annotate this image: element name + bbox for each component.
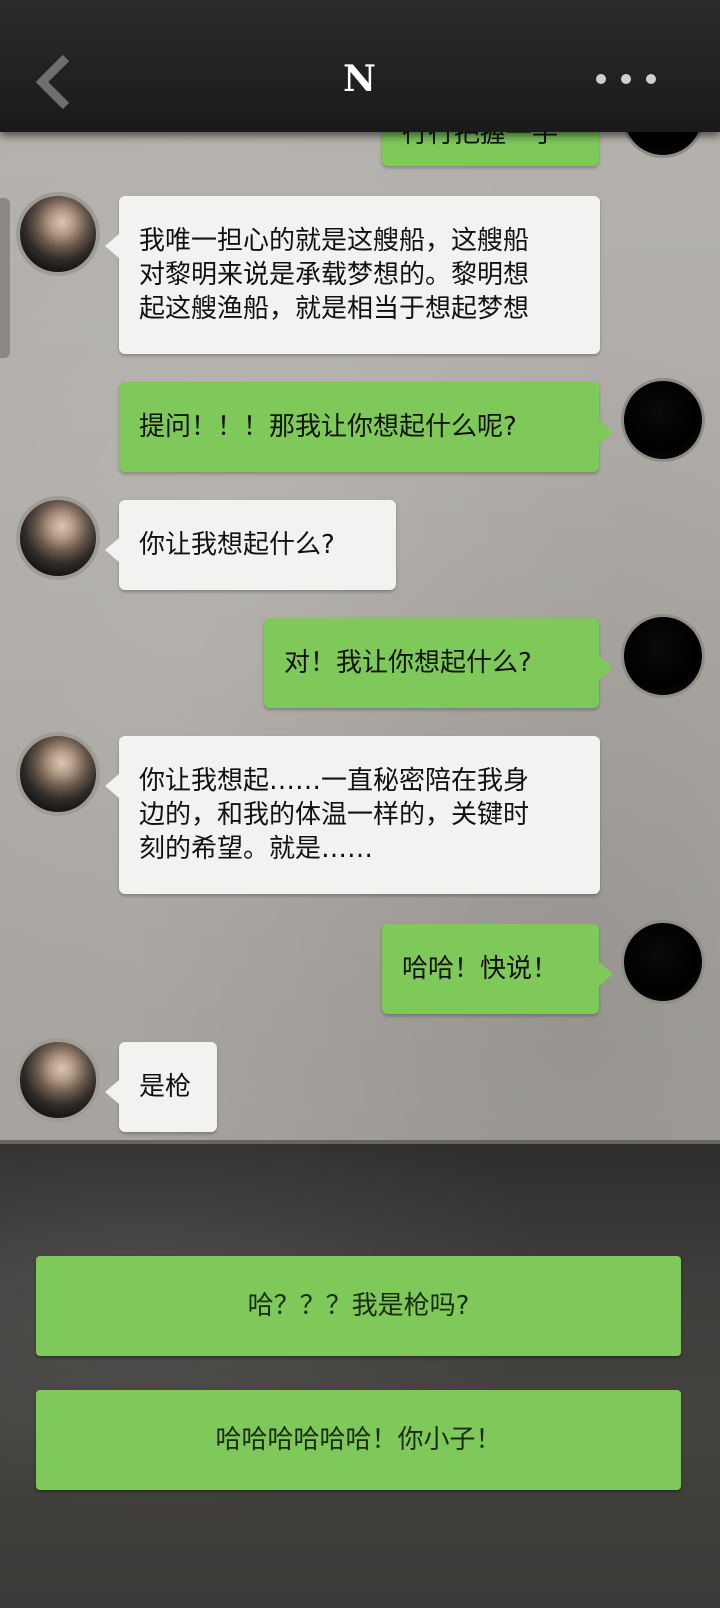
chat-bubble-me: 哈哈！快说！ xyxy=(382,924,613,1014)
reply-option-2[interactable]: 哈哈哈哈哈哈！你小子！ xyxy=(36,1390,681,1490)
chat-bubble-other: 你让我想起什么? xyxy=(105,500,396,590)
message-line: 是枪 xyxy=(139,1072,192,1102)
chat-bubble-other: 是枪 xyxy=(105,1042,217,1132)
chat-bubble-other: 我唯一担心的就是这艘船，这艘船 对黎明来说是承载梦想的。黎明想 起这艘渔船，就是… xyxy=(105,196,600,354)
message-line: 起这艘渔船，就是相当于想起梦想 xyxy=(139,294,530,324)
chat-bubble-me: 提问！！！那我让你想起什么呢? xyxy=(119,382,613,472)
message-line: 刻的希望。就是…… xyxy=(139,834,374,864)
message-line: 对黎明来说是承载梦想的。黎明想 xyxy=(139,260,530,290)
top-bar: N xyxy=(0,0,720,132)
message-line: 对！我让你想起什么? xyxy=(284,648,532,678)
scroll-handle[interactable] xyxy=(0,198,10,358)
message-line: 哈哈！快说！ xyxy=(402,954,559,984)
reply-options-panel: 哈？？？我是枪吗? 哈哈哈哈哈哈！你小子！ xyxy=(0,1144,720,1608)
avatar-me[interactable] xyxy=(621,614,705,698)
chat-area[interactable]: 行行把握一手 我唯一担心的就是这艘船，这艘船 对黎明来说是承载梦想的。黎明想 起… xyxy=(0,118,720,1144)
more-dots-icon xyxy=(596,74,606,84)
reply-option-1[interactable]: 哈？？？我是枪吗? xyxy=(36,1256,681,1356)
message-line: 边的，和我的体温一样的，关键时 xyxy=(139,800,530,830)
avatar-other[interactable] xyxy=(16,192,100,276)
chat-bubble-me: 对！我让你想起什么? xyxy=(264,618,613,708)
chat-bubble-other: 你让我想起……一直秘密陪在我身 边的，和我的体温一样的，关键时 刻的希望。就是…… xyxy=(105,736,600,894)
message-line: 我唯一担心的就是这艘船，这艘船 xyxy=(139,226,530,256)
avatar-me[interactable] xyxy=(621,378,705,462)
message-line: 提问！！！那我让你想起什么呢? xyxy=(139,412,517,442)
avatar-other[interactable] xyxy=(16,1038,100,1122)
avatar-other[interactable] xyxy=(16,496,100,580)
message-line: 你让我想起什么? xyxy=(139,530,335,560)
message-line: 你让我想起……一直秘密陪在我身 xyxy=(139,766,530,796)
avatar-me[interactable] xyxy=(621,920,705,1004)
more-dots-icon xyxy=(621,74,631,84)
more-options-button[interactable] xyxy=(588,68,668,92)
avatar-other[interactable] xyxy=(16,732,100,816)
more-dots-icon xyxy=(646,74,656,84)
